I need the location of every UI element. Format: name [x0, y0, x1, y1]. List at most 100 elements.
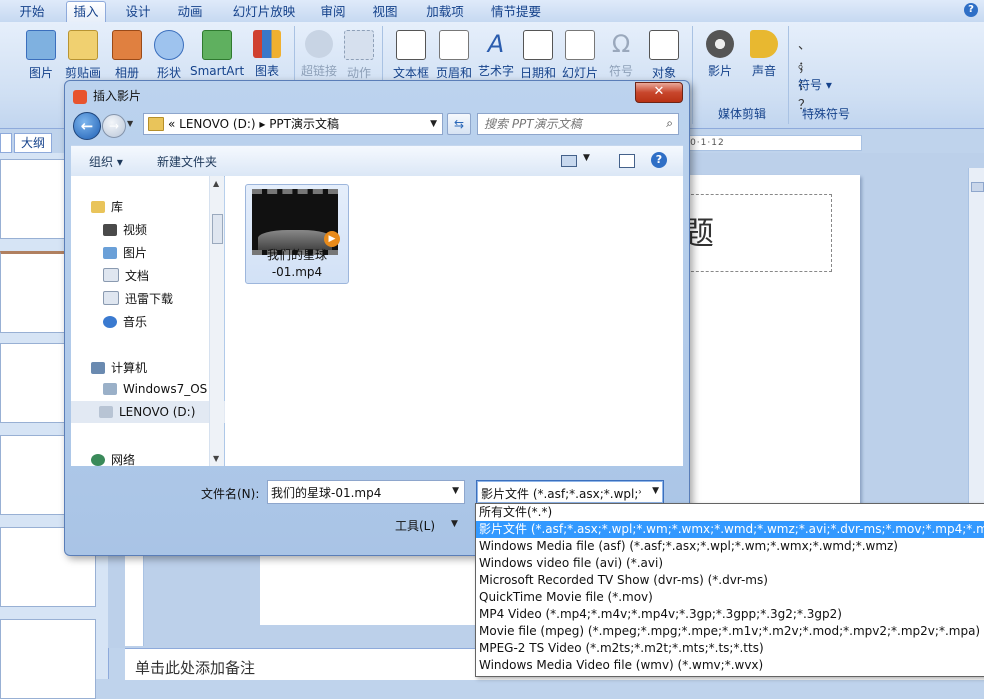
action-button[interactable]: 动作 — [342, 30, 376, 81]
forward-arrow-icon[interactable]: → — [102, 114, 126, 138]
nav-item-library[interactable]: 库 — [91, 198, 123, 215]
scrollbar-thumb[interactable] — [971, 182, 984, 192]
chart-icon — [253, 30, 281, 58]
tab-slideshow[interactable]: 幻灯片放映 — [226, 2, 302, 21]
file-type-option[interactable]: Windows Media file (asf) (*.asf;*.asx;*.… — [476, 538, 984, 555]
chevron-down-icon[interactable]: ▼ — [430, 114, 437, 134]
nav-item-thunder-downloads[interactable]: 迅雷下载 — [103, 290, 173, 307]
nav-item-videos[interactable]: 视频 — [103, 221, 147, 238]
shapes-button[interactable]: 形状 — [152, 30, 186, 81]
tab-outline[interactable]: 大纲 — [14, 133, 53, 153]
tab-view[interactable]: 视图 — [366, 2, 404, 21]
movie-button[interactable]: 影片 — [700, 30, 740, 79]
tools-button[interactable]: 工具(L) — [395, 517, 435, 534]
file-type-option[interactable]: 所有文件(*.*) — [476, 504, 984, 521]
scroll-up-icon[interactable]: ▲ — [213, 179, 219, 188]
scrollbar-thumb[interactable] — [212, 214, 223, 244]
picture-button[interactable]: 图片 — [24, 30, 58, 81]
clipart-button[interactable]: 剪贴画 — [64, 30, 102, 81]
powerpoint-icon — [73, 89, 87, 104]
file-type-option[interactable]: Windows video file (avi) (*.avi) — [476, 555, 984, 572]
file-name: 我们的星球 -01.mp4 — [266, 248, 327, 279]
album-button[interactable]: 相册 — [110, 30, 144, 81]
download-folder-icon — [103, 291, 119, 305]
textbox-button[interactable]: 文本框 — [392, 30, 430, 81]
breadcrumb[interactable]: « LENOVO (D:) ▸ PPT演示文稿 — [168, 114, 339, 134]
vertical-scrollbar[interactable] — [968, 168, 984, 504]
slide-thumbnail[interactable] — [0, 619, 96, 699]
dialog-title: 插入影片 — [73, 87, 141, 105]
chevron-down-icon[interactable]: ▼ — [452, 486, 459, 496]
filename-combobox[interactable]: ▼ — [267, 480, 465, 504]
file-type-option[interactable]: MPEG-2 TS Video (*.m2ts;*.m2t;*.mts;*.ts… — [476, 640, 984, 657]
slide-number-button[interactable]: 幻灯片 — [560, 30, 600, 81]
notes-placeholder: 单击此处添加备注 — [135, 659, 256, 677]
hyperlink-button[interactable]: 超链接 — [298, 30, 340, 79]
special-symbol-button[interactable]: 符号 ▾ — [798, 76, 858, 93]
file-type-option-selected[interactable]: 影片文件 (*.asf;*.asx;*.wpl;*.wm;*.wmx;*.wmd… — [476, 521, 984, 538]
library-icon — [91, 201, 105, 213]
close-icon: ✕ — [653, 84, 665, 99]
file-type-value: 影片文件 (*.asf;*.asx;*.wpl;*.wm;*.wmx;*.wmd… — [481, 487, 641, 501]
chevron-down-icon[interactable]: ▼ — [583, 153, 590, 163]
history-dropdown-icon[interactable]: ▼ — [127, 119, 133, 128]
speaker-icon — [750, 30, 778, 58]
search-box[interactable]: ⌕ — [477, 113, 679, 135]
filename-input[interactable] — [268, 481, 444, 503]
shapes-icon — [154, 30, 184, 60]
address-bar[interactable]: « LENOVO (D:) ▸ PPT演示文稿 ▼ — [143, 113, 443, 135]
chart-button[interactable]: 图表 — [250, 30, 284, 79]
header-footer-button[interactable]: 页眉和 — [434, 30, 474, 81]
file-type-option[interactable]: QuickTime Movie file (*.mov) — [476, 589, 984, 606]
tab-insert[interactable]: 插入 — [66, 1, 106, 23]
help-icon[interactable]: ? — [651, 152, 667, 168]
smartart-button[interactable]: SmartArt — [190, 30, 244, 78]
tab-review[interactable]: 审阅 — [314, 2, 352, 21]
tab-design[interactable]: 设计 — [118, 2, 158, 21]
search-icon[interactable]: ⌕ — [666, 116, 673, 131]
nav-item-computer[interactable]: 计算机 — [91, 359, 147, 376]
nav-item-music[interactable]: 音乐 — [103, 313, 147, 330]
sound-button[interactable]: 声音 — [744, 30, 784, 79]
slide-number-icon — [565, 30, 595, 60]
file-type-option[interactable]: Movie file (mpeg) (*.mpeg;*.mpg;*.mpe;*.… — [476, 623, 984, 640]
file-type-option[interactable]: Microsoft Recorded TV Show (dvr-ms) (*.d… — [476, 572, 984, 589]
wordart-button[interactable]: A 艺术字 — [476, 30, 516, 79]
search-input[interactable] — [478, 114, 660, 134]
date-time-button[interactable]: 日期和 — [518, 30, 558, 81]
group-label-special: 特殊符号 — [801, 107, 850, 121]
scroll-down-icon[interactable]: ▼ — [213, 454, 219, 463]
nav-item-windows-drive[interactable]: Windows7_OS ( — [103, 382, 216, 396]
tab-animation[interactable]: 动画 — [170, 2, 210, 21]
nav-item-documents[interactable]: 文档 — [103, 267, 149, 284]
album-icon — [112, 30, 142, 60]
file-type-option[interactable]: MP4 Video (*.mp4;*.m4v;*.mp4v;*.3gp;*.3g… — [476, 606, 984, 623]
tab-home[interactable]: 开始 — [12, 2, 52, 21]
close-button[interactable]: ✕ — [635, 82, 683, 103]
symbol-button[interactable]: Ω 符号 — [604, 30, 638, 79]
preview-pane-icon[interactable] — [619, 154, 635, 168]
tab-storyboard[interactable]: 情节提要 — [486, 2, 546, 21]
nav-item-pictures[interactable]: 图片 — [103, 244, 147, 261]
omega-icon: Ω — [611, 30, 631, 58]
view-icon[interactable] — [561, 155, 577, 167]
chevron-down-icon[interactable]: ▼ — [652, 486, 659, 496]
tab-addins[interactable]: 加载项 — [420, 2, 470, 21]
file-item[interactable]: ▶ 我们的星球 -01.mp4 — [245, 184, 349, 284]
smartart-icon — [202, 30, 232, 60]
tab-slides[interactable] — [0, 133, 12, 153]
play-icon: ▶ — [324, 231, 340, 247]
file-type-select[interactable]: 影片文件 (*.asf;*.asx;*.wpl;*.wm;*.wmx;*.wmd… — [476, 480, 664, 504]
nav-item-network[interactable]: 网络 — [91, 451, 135, 468]
chevron-down-icon[interactable]: ▼ — [451, 519, 458, 529]
file-type-dropdown-list: 所有文件(*.*) 影片文件 (*.asf;*.asx;*.wpl;*.wm;*… — [475, 503, 984, 677]
organize-button[interactable]: 组织 ▾ — [89, 153, 123, 170]
file-type-option[interactable]: Windows Media Video file (wmv) (*.wmv;*.… — [476, 657, 984, 674]
new-folder-button[interactable]: 新建文件夹 — [157, 153, 217, 170]
refresh-icon[interactable]: ⇆ — [447, 113, 471, 135]
help-icon[interactable]: ? — [964, 3, 978, 17]
back-arrow-icon[interactable]: ← — [73, 112, 101, 140]
object-button[interactable]: 对象 — [644, 30, 684, 81]
nav-pane-scrollbar[interactable]: ▲ ▼ — [209, 176, 224, 466]
computer-icon — [91, 362, 105, 374]
